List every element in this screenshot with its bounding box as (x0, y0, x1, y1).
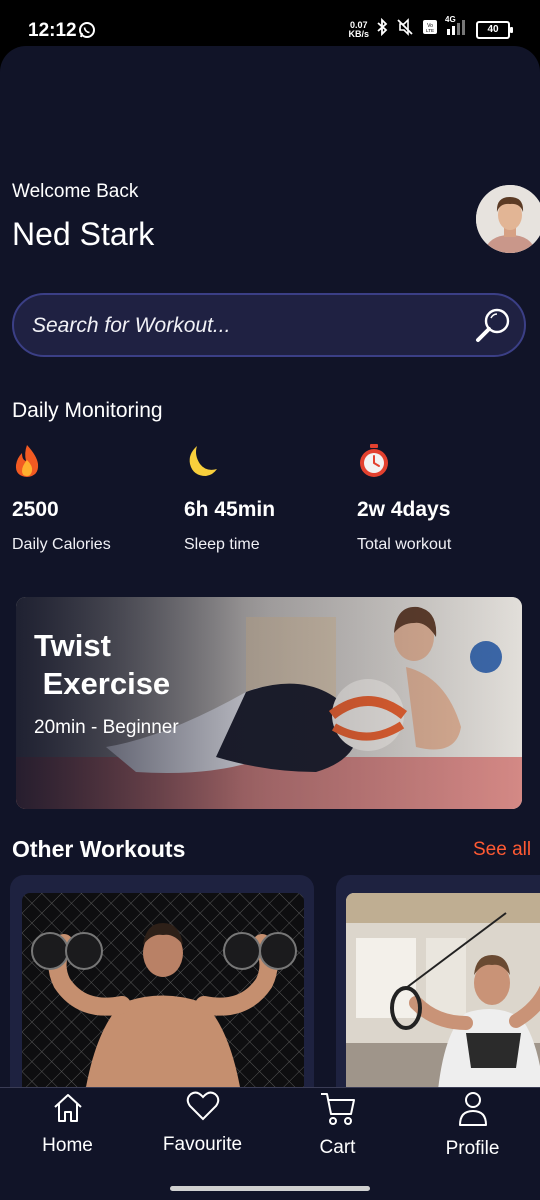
nav-label: Favourite (162, 1134, 243, 1155)
workout-image (22, 893, 304, 1105)
user-name: Ned Stark (12, 216, 155, 252)
whatsapp-icon (78, 21, 96, 44)
search-bar[interactable] (12, 293, 526, 357)
featured-workout-card[interactable]: Twist Exercise 20min - Beginner (16, 597, 522, 809)
daily-monitoring-title: Daily Monitoring (12, 399, 163, 422)
bluetooth-icon (376, 17, 388, 41)
metric-label: Daily Calories (12, 536, 111, 553)
metric-value: 2w 4days (357, 498, 451, 521)
nav-label: Cart (319, 1137, 356, 1158)
bottom-navigation: Home Favourite Cart Profile (0, 1087, 540, 1200)
metric-label: Sleep time (184, 536, 260, 553)
featured-workout-title: Twist Exercise (34, 628, 171, 701)
heart-icon (186, 1091, 219, 1121)
metric-workout: 2w 4days Total workout (357, 444, 517, 554)
nav-home[interactable]: Home (0, 1088, 135, 1188)
featured-workout-subtitle: 20min - Beginner (34, 717, 179, 738)
home-indicator[interactable] (170, 1186, 370, 1191)
status-bar: 12:12 0.07 KB/s Vo LTE 4G 40 (0, 0, 540, 46)
nav-profile[interactable]: Profile (405, 1088, 540, 1188)
user-icon (458, 1092, 487, 1126)
status-icons: 0.07 KB/s Vo LTE 4G 40 (348, 15, 513, 41)
metric-value: 6h 45min (184, 498, 276, 521)
see-all-link[interactable]: See all (473, 839, 531, 861)
avatar[interactable] (476, 185, 540, 253)
cart-icon (320, 1093, 355, 1125)
signal-icon: 4G (445, 15, 469, 40)
workout-image (346, 893, 540, 1105)
flame-icon (12, 444, 44, 478)
net-speed: 0.07 KB/s (348, 19, 369, 39)
other-workouts-title: Other Workouts (12, 836, 186, 862)
metric-label: Total workout (357, 536, 452, 553)
search-input[interactable] (30, 305, 464, 347)
nav-cart[interactable]: Cart (270, 1088, 405, 1188)
nav-favourite[interactable]: Favourite (135, 1088, 270, 1188)
moon-icon (184, 444, 217, 478)
workout-card[interactable] (336, 875, 540, 1105)
metric-calories: 2500 Daily Calories (12, 444, 172, 554)
app-screen: Welcome Back Ned Stark Daily Monitoring (0, 46, 540, 1200)
mute-icon (395, 18, 415, 41)
metric-sleep: 6h 45min Sleep time (184, 444, 344, 554)
volte-icon: Vo LTE (422, 19, 438, 40)
search-icon[interactable] (474, 307, 512, 345)
nav-label: Profile (445, 1138, 500, 1159)
metric-value: 2500 (12, 498, 59, 521)
status-time: 12:12 (28, 20, 77, 41)
welcome-text: Welcome Back (12, 181, 139, 202)
svg-text:LTE: LTE (426, 28, 434, 33)
stopwatch-icon (357, 444, 389, 478)
workout-card[interactable] (10, 875, 314, 1105)
battery-icon: 40 (476, 20, 513, 39)
nav-label: Home (42, 1135, 93, 1156)
home-icon (53, 1094, 82, 1122)
